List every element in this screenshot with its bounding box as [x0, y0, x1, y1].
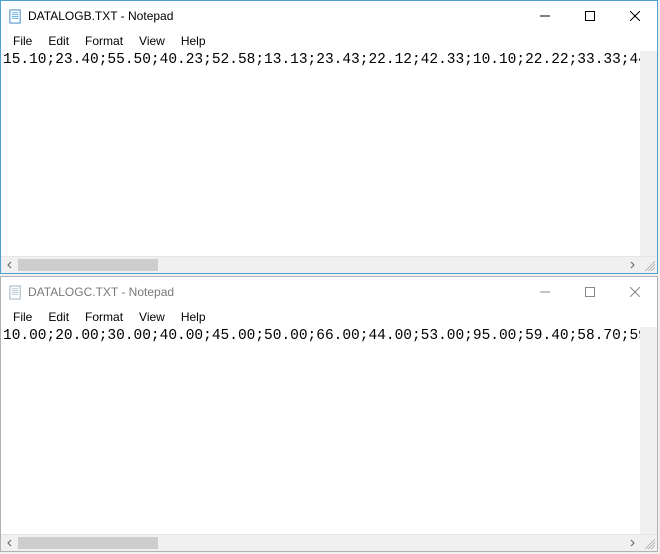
menu-help[interactable]: Help	[173, 308, 214, 326]
window-controls	[522, 1, 657, 31]
close-button[interactable]	[612, 277, 657, 307]
vertical-scrollbar[interactable]	[640, 327, 657, 534]
notepad-window-b: DATALOGB.TXT - Notepad File Edit Format …	[0, 0, 658, 274]
scroll-thumb[interactable]	[18, 537, 158, 549]
scroll-track[interactable]	[18, 257, 623, 273]
text-content: 15.10;23.40;55.50;40.23;52.58;13.13;23.4…	[1, 51, 657, 70]
scroll-thumb[interactable]	[18, 259, 158, 271]
notepad-window-c: DATALOGC.TXT - Notepad File Edit Format …	[0, 276, 658, 552]
scroll-right-arrow-icon[interactable]	[623, 257, 640, 273]
scroll-left-arrow-icon[interactable]	[1, 535, 18, 551]
window-title: DATALOGC.TXT - Notepad	[28, 285, 522, 299]
notepad-icon	[7, 8, 23, 24]
window-title: DATALOGB.TXT - Notepad	[28, 9, 522, 23]
menu-file[interactable]: File	[5, 32, 40, 50]
menubar: File Edit Format View Help	[1, 31, 657, 51]
scroll-right-arrow-icon[interactable]	[623, 535, 640, 551]
menu-format[interactable]: Format	[77, 308, 131, 326]
text-content: 10.00;20.00;30.00;40.00;45.00;50.00;66.0…	[1, 327, 657, 346]
menubar: File Edit Format View Help	[1, 307, 657, 327]
menu-edit[interactable]: Edit	[40, 32, 77, 50]
maximize-button[interactable]	[567, 1, 612, 31]
text-area[interactable]: 10.00;20.00;30.00;40.00;45.00;50.00;66.0…	[1, 327, 657, 534]
titlebar[interactable]: DATALOGC.TXT - Notepad	[1, 277, 657, 307]
vertical-scrollbar[interactable]	[640, 51, 657, 256]
menu-view[interactable]: View	[131, 32, 173, 50]
menu-format[interactable]: Format	[77, 32, 131, 50]
notepad-icon	[7, 284, 23, 300]
menu-file[interactable]: File	[5, 308, 40, 326]
menu-edit[interactable]: Edit	[40, 308, 77, 326]
resize-grip-icon[interactable]	[640, 257, 657, 273]
scroll-track[interactable]	[18, 535, 623, 551]
titlebar[interactable]: DATALOGB.TXT - Notepad	[1, 1, 657, 31]
menu-view[interactable]: View	[131, 308, 173, 326]
text-area[interactable]: 15.10;23.40;55.50;40.23;52.58;13.13;23.4…	[1, 51, 657, 256]
horizontal-scrollbar[interactable]	[1, 256, 657, 273]
scroll-left-arrow-icon[interactable]	[1, 257, 18, 273]
resize-grip-icon[interactable]	[640, 535, 657, 551]
window-controls	[522, 277, 657, 307]
horizontal-scrollbar[interactable]	[1, 534, 657, 551]
minimize-button[interactable]	[522, 277, 567, 307]
maximize-button[interactable]	[567, 277, 612, 307]
close-button[interactable]	[612, 1, 657, 31]
menu-help[interactable]: Help	[173, 32, 214, 50]
minimize-button[interactable]	[522, 1, 567, 31]
